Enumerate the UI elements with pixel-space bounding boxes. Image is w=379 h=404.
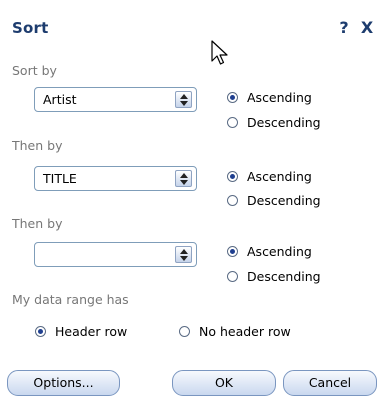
sort-by-ascending-label: Ascending bbox=[247, 89, 312, 105]
then-by-1-label: Then by bbox=[12, 138, 63, 153]
radio-unchecked-icon bbox=[227, 194, 238, 206]
no-header-row-radio[interactable]: No header row bbox=[179, 322, 291, 340]
no-header-row-label: No header row bbox=[199, 323, 291, 339]
help-icon[interactable]: ? bbox=[336, 18, 352, 38]
radio-unchecked-icon bbox=[227, 116, 238, 128]
then-by-2-combobox[interactable] bbox=[34, 242, 197, 267]
cancel-button[interactable]: Cancel bbox=[283, 370, 377, 396]
spinner-icon[interactable] bbox=[175, 91, 192, 108]
spinner-icon[interactable] bbox=[175, 246, 192, 263]
then-by-1-value: TITLE bbox=[43, 171, 77, 186]
sort-by-value: Artist bbox=[43, 92, 77, 107]
then-by-1-ascending-radio[interactable]: Ascending bbox=[227, 167, 312, 185]
radio-unchecked-icon bbox=[179, 325, 190, 337]
sort-by-combobox[interactable]: Artist bbox=[34, 87, 197, 112]
spinner-icon[interactable] bbox=[175, 170, 192, 187]
dialog-title: Sort bbox=[12, 19, 49, 37]
title-bar[interactable]: Sort ? X bbox=[0, 0, 379, 51]
then-by-2-ascending-radio[interactable]: Ascending bbox=[227, 242, 312, 260]
then-by-2-descending-label: Descending bbox=[247, 268, 321, 284]
sort-by-descending-radio[interactable]: Descending bbox=[227, 113, 321, 131]
then-by-2-ascending-label: Ascending bbox=[247, 243, 312, 259]
then-by-2-label: Then by bbox=[12, 216, 63, 231]
then-by-1-ascending-label: Ascending bbox=[247, 168, 312, 184]
radio-checked-icon bbox=[227, 170, 238, 182]
sort-by-descending-label: Descending bbox=[247, 114, 321, 130]
then-by-1-combobox[interactable]: TITLE bbox=[34, 166, 197, 191]
mouse-pointer-icon bbox=[211, 40, 228, 65]
header-row-radio[interactable]: Header row bbox=[35, 322, 127, 340]
radio-checked-icon bbox=[35, 325, 46, 337]
header-row-label: Header row bbox=[55, 323, 128, 339]
radio-checked-icon bbox=[227, 91, 238, 103]
sort-by-ascending-radio[interactable]: Ascending bbox=[227, 88, 312, 106]
then-by-2-descending-radio[interactable]: Descending bbox=[227, 267, 321, 285]
then-by-1-descending-radio[interactable]: Descending bbox=[227, 191, 321, 209]
then-by-1-descending-label: Descending bbox=[247, 192, 321, 208]
sort-by-label: Sort by bbox=[12, 63, 57, 78]
sort-dialog: Sort ? X Sort by Artist Ascending Descen… bbox=[0, 0, 379, 404]
close-icon[interactable]: X bbox=[358, 18, 376, 38]
radio-checked-icon bbox=[227, 245, 238, 257]
data-range-label: My data range has bbox=[12, 292, 129, 307]
radio-unchecked-icon bbox=[227, 270, 238, 282]
options-button[interactable]: Options... bbox=[7, 370, 120, 396]
ok-button[interactable]: OK bbox=[172, 370, 276, 396]
